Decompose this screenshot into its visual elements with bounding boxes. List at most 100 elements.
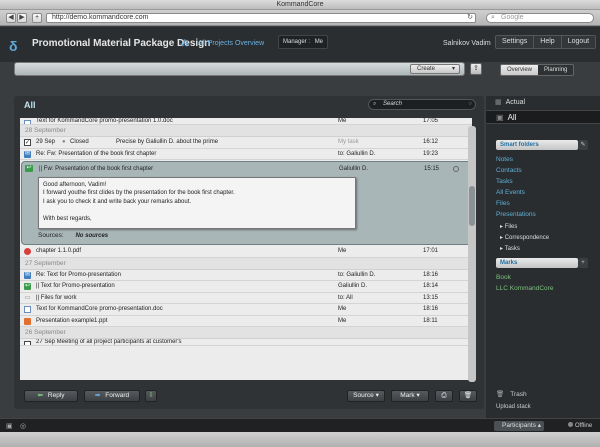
list-item[interactable]: Text for KommandCore promo-presentation … — [20, 118, 472, 125]
item-from: to: All — [338, 294, 353, 301]
sidebar-item-files[interactable]: Files — [496, 200, 510, 207]
print-button[interactable]: ⎙ — [435, 390, 453, 402]
sidebar-item-all-events[interactable]: All Events — [496, 189, 525, 196]
item-from: Me — [338, 248, 347, 254]
new-tab-button[interactable]: + — [32, 13, 42, 23]
sidebar-item-contacts[interactable]: Contacts — [496, 167, 522, 174]
sources-value[interactable]: No sources — [75, 233, 108, 239]
date-header: 27 September — [20, 257, 472, 270]
upload-stack[interactable]: Upload stack — [496, 404, 531, 410]
source-button[interactable]: Source ▾ — [347, 390, 385, 402]
chevron-down-icon: ▾ — [451, 66, 455, 72]
all-projects-link[interactable]: All Projects Overview — [198, 40, 264, 47]
browser-search-placeholder: Google — [501, 14, 524, 21]
status-dot-icon — [568, 422, 573, 427]
kommandcore-logo-icon[interactable]: δ — [9, 38, 18, 54]
item-subject: || Text for Promo-presentation — [36, 283, 115, 289]
collapse-icon[interactable] — [453, 166, 459, 172]
command-bar[interactable]: Create ▾ — [14, 62, 465, 76]
clear-search-icon[interactable]: ○ — [468, 100, 472, 109]
sidebar-item-trash[interactable]: 🗑 Trash — [496, 390, 527, 398]
list-item[interactable]: ✓ 29 Sep ● Closed Precise by Galiullin D… — [20, 137, 472, 149]
create-button[interactable]: Create ▾ — [410, 64, 460, 74]
sidebar-subitem-tasks[interactable]: ▸ Tasks — [500, 245, 520, 252]
forward-button[interactable]: ▶ — [17, 13, 27, 23]
sidebar-subitem-files[interactable]: ▸ Files — [500, 223, 517, 230]
planning-tab[interactable]: Planning — [538, 65, 574, 75]
help-button[interactable]: Help — [534, 36, 562, 48]
url-input[interactable]: http://demo.kommandcore.com ↻ — [46, 13, 476, 23]
main-panel: All Text for KommandCore promo-presentat… — [14, 96, 484, 409]
sidebar-item-actual[interactable]: ▦ Actual — [495, 98, 525, 106]
delete-button[interactable]: 🗑 — [459, 390, 477, 402]
mark-button[interactable]: Mark ▾ — [391, 390, 429, 402]
header-buttons: Settings Help Logout — [495, 35, 597, 49]
edit-smart-folders-icon[interactable]: ✎ — [578, 140, 588, 150]
participants-button[interactable]: Participants ▴ — [494, 421, 544, 431]
sidebar-item-notes[interactable]: Notes — [496, 156, 513, 163]
project-tree-icon[interactable]: ⁂ — [180, 38, 189, 49]
status-bar: ▣ ◎ Participants ▴ Offline — [0, 418, 600, 432]
list-scrollbar[interactable] — [468, 126, 476, 382]
window-title: KommandCore — [0, 0, 600, 10]
sidebar-item-presentations[interactable]: Presentations — [496, 211, 536, 218]
browser-search-input[interactable]: ⌕ Google — [486, 13, 594, 23]
chevron-down-icon: ▾ — [416, 392, 420, 399]
checkbox-icon[interactable]: ✓ — [24, 139, 31, 146]
mark-llc-kommandcore[interactable]: LLC KommandCore — [496, 285, 553, 292]
list-item[interactable]: ↩ || Text for Promo-presentation Galiull… — [20, 281, 472, 293]
item-subject: Re: Fw: Presentation of the book first c… — [36, 150, 157, 157]
overview-tab[interactable]: Overview — [501, 65, 539, 75]
back-button[interactable]: ◀ — [6, 13, 16, 23]
sidebar-item-all[interactable]: ▣ All — [486, 110, 600, 124]
browser-toolbar: ◀ ▶ + http://demo.kommandcore.com ↻ ⌕ Go… — [0, 10, 600, 26]
sync-icon[interactable]: ◎ — [20, 422, 26, 430]
chevron-down-icon: ▾ — [375, 392, 379, 399]
doc-icon — [24, 306, 31, 313]
smart-folders-header[interactable]: Smart folders — [496, 140, 578, 150]
sidebar-item-label: Tasks — [504, 246, 520, 252]
search-icon: ⌕ — [491, 14, 495, 21]
item-time: 16:12 — [423, 139, 439, 145]
expanded-header[interactable]: ↩ || Fw: Presentation of the book first … — [22, 163, 470, 175]
list-item[interactable]: Presentation example1.ppt Me 18:11 — [20, 316, 472, 327]
list-item[interactable]: ✉ Re: Fw: Presentation of the book first… — [20, 149, 472, 160]
item-subject: Precise by Galiullin D. about the prime — [116, 139, 219, 145]
list-item[interactable]: Text for KommandCore promo-presentation.… — [20, 304, 472, 316]
logout-button[interactable]: Logout — [561, 36, 596, 48]
sidebar-item-tasks[interactable]: Tasks — [496, 178, 513, 185]
marks-header[interactable]: Marks — [496, 258, 578, 268]
download-button[interactable]: ⇩ — [145, 390, 157, 402]
add-mark-icon[interactable]: + — [578, 258, 588, 268]
message-body: Good afternoon, Vadim! I forward youthe … — [38, 177, 356, 229]
connection-status: Offline — [568, 422, 592, 429]
mark-book[interactable]: Book — [496, 274, 511, 281]
body-line: With best regards, — [43, 215, 92, 222]
list-item[interactable]: chapter 1.1.0.pdf Me 17:01 — [20, 246, 472, 258]
closed-status-icon: ● — [62, 139, 66, 145]
upload-icon[interactable]: ⇪ — [470, 63, 482, 75]
scrollbar-thumb[interactable] — [469, 186, 475, 226]
reload-icon[interactable]: ↻ — [467, 14, 473, 22]
manager-box[interactable]: Manager : Me — [278, 35, 328, 49]
mail-icon: ✉ — [24, 150, 31, 158]
body-line: I ask you to check it and write back you… — [43, 198, 192, 205]
sidebar-item-label: Actual — [505, 99, 526, 106]
forward-mail-button[interactable]: ➡ Forward — [84, 390, 140, 402]
item-subject: chapter 1.1.0.pdf — [36, 248, 82, 254]
list-item[interactable]: ▭ || Files for work to: All 13:15 — [20, 293, 472, 304]
user-name[interactable]: Salnikov Vadim — [443, 40, 491, 47]
layout-icon[interactable]: ▣ — [6, 422, 13, 430]
date-header: 26 September — [20, 327, 472, 339]
settings-button[interactable]: Settings — [496, 36, 535, 48]
checkbox-icon[interactable] — [24, 341, 31, 345]
list-item[interactable]: 27 Sep Meeting of all project participan… — [20, 339, 472, 346]
print-icon: ⎙ — [441, 392, 447, 399]
list-item[interactable]: ✉ Re: Text for Promo-presentation to: Ga… — [20, 270, 472, 281]
reply-button[interactable]: ⬅ Reply — [24, 390, 78, 402]
list-search-input[interactable]: ⌕ Search ○ — [368, 99, 476, 110]
expanded-message[interactable]: ↩ || Fw: Presentation of the book first … — [21, 161, 471, 245]
inbox-icon: ▣ — [496, 113, 504, 122]
main-title: All — [24, 100, 36, 110]
sidebar-subitem-correspondence[interactable]: ▸ Correspondence — [500, 234, 549, 241]
